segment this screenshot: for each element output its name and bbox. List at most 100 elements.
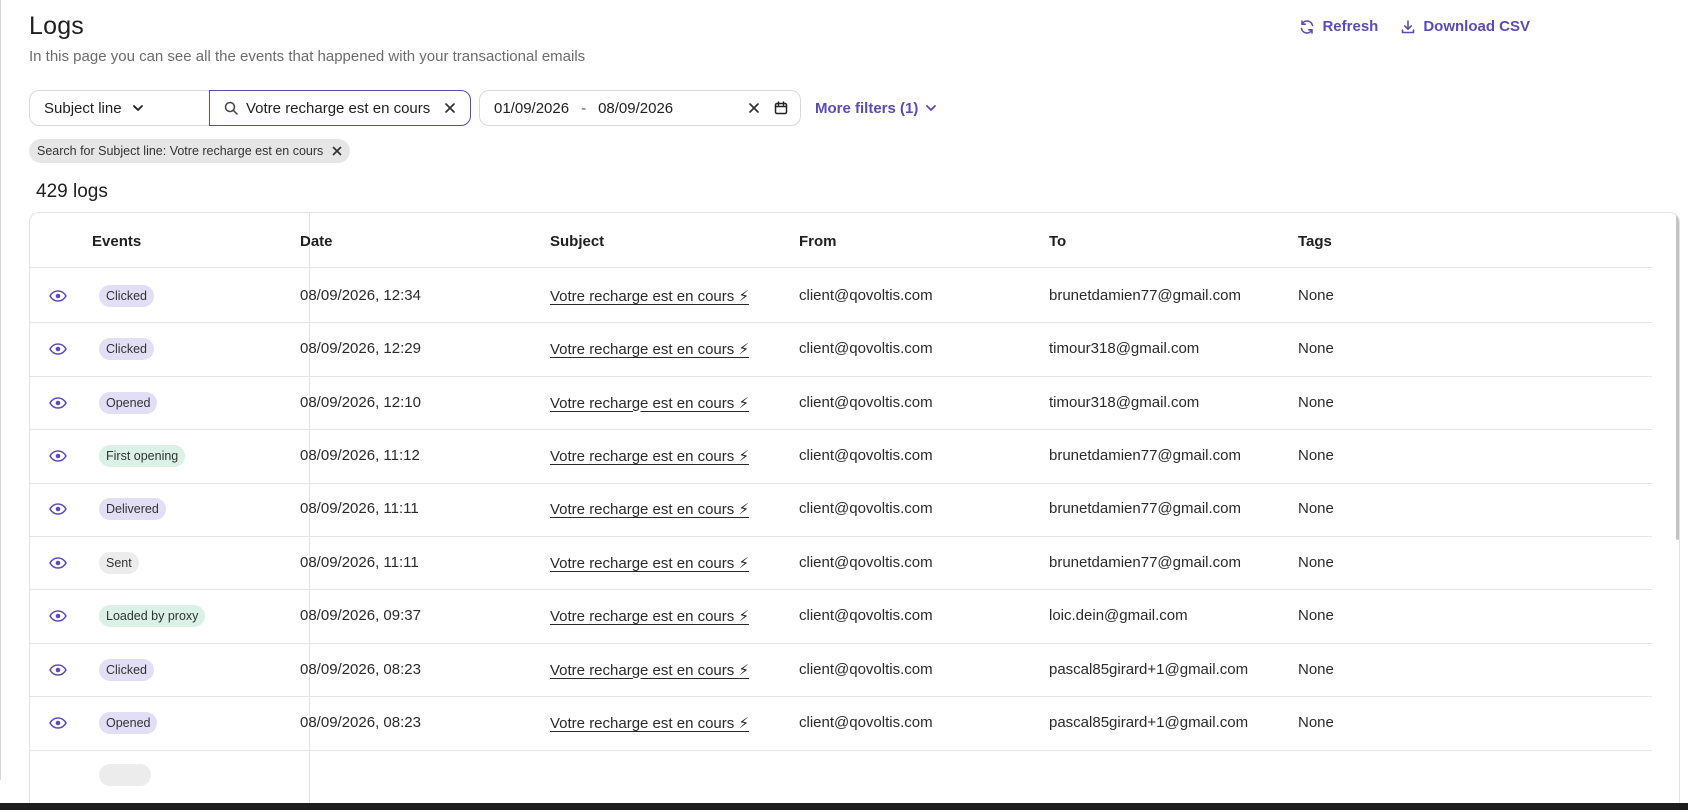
tags-cell: None	[1298, 553, 1334, 571]
date-cell: 08/09/2026, 11:11	[300, 500, 419, 518]
logs-table: Events Date Subject From To Tags Clicked…	[29, 212, 1680, 810]
refresh-label: Refresh	[1322, 18, 1379, 35]
event-badge: Sent	[99, 551, 139, 574]
subject-link[interactable]: Votre recharge est en cours ⚡	[550, 394, 749, 412]
filter-row: Subject line 01/09/2026 - 08/09/2026 Mor…	[29, 90, 937, 126]
active-filter-chip: Search for Subject line: Votre recharge …	[29, 139, 351, 163]
logs-page: Logs In this page you can see all the ev…	[0, 0, 1688, 810]
date-cell: 08/09/2026, 08:23	[300, 660, 421, 678]
column-header-date[interactable]: Date	[300, 233, 333, 250]
page-description: In this page you can see all the events …	[29, 48, 586, 65]
subject-link[interactable]: Votre recharge est en cours ⚡	[550, 714, 749, 732]
from-cell: client@qovoltis.com	[799, 553, 933, 571]
date-cell: 08/09/2026, 12:10	[300, 393, 421, 411]
from-cell: client@qovoltis.com	[799, 607, 933, 625]
date-separator: -	[581, 99, 587, 117]
to-cell: timour318@gmail.com	[1049, 393, 1200, 411]
subject-link[interactable]: Votre recharge est en cours ⚡	[550, 447, 749, 465]
subject-link[interactable]: Votre recharge est en cours ⚡	[550, 607, 749, 625]
close-icon[interactable]	[444, 102, 456, 114]
taskbar-strip	[0, 803, 1688, 810]
from-cell: client@qovoltis.com	[799, 660, 933, 678]
from-cell: client@qovoltis.com	[799, 713, 933, 731]
to-cell: loic.dein@gmail.com	[1049, 607, 1188, 625]
subject-link[interactable]: Votre recharge est en cours ⚡	[550, 661, 749, 679]
refresh-icon	[1301, 19, 1314, 34]
eye-icon[interactable]	[49, 343, 67, 355]
field-select[interactable]: Subject line	[29, 90, 209, 126]
more-filters-button[interactable]: More filters (1)	[815, 100, 937, 117]
column-header-events[interactable]: Events	[92, 233, 141, 250]
to-cell: timour318@gmail.com	[1049, 340, 1200, 358]
subject-link[interactable]: Votre recharge est en cours ⚡	[550, 554, 749, 572]
event-badge: Loaded by proxy	[99, 605, 206, 628]
date-cell: 08/09/2026, 09:37	[300, 607, 421, 625]
more-filters-label: More filters (1)	[815, 99, 919, 117]
subject-link[interactable]: Votre recharge est en cours ⚡	[550, 340, 749, 358]
eye-icon[interactable]	[49, 556, 67, 569]
eye-icon[interactable]	[49, 289, 67, 302]
logs-count: 429 logs	[36, 181, 108, 202]
event-badge: Clicked	[99, 338, 154, 361]
from-cell: client@qovoltis.com	[799, 393, 933, 411]
refresh-button[interactable]: Refresh	[1299, 18, 1378, 35]
header-divider	[30, 267, 1652, 268]
column-header-tags[interactable]: Tags	[1298, 233, 1332, 250]
tags-cell: None	[1298, 446, 1334, 464]
date-controls	[748, 101, 788, 115]
to-cell: brunetdamien77@gmail.com	[1049, 446, 1241, 464]
tags-cell: None	[1298, 713, 1334, 731]
subject-link[interactable]: Votre recharge est en cours ⚡	[550, 287, 749, 305]
eye-icon[interactable]	[49, 396, 67, 409]
eye-icon[interactable]	[49, 503, 67, 516]
download-csv-button[interactable]: Download CSV	[1400, 18, 1530, 35]
event-badge: Delivered	[99, 498, 166, 521]
event-badge: Opened	[99, 391, 158, 414]
close-icon[interactable]	[332, 146, 342, 156]
download-csv-label: Download CSV	[1423, 18, 1530, 35]
search-box	[209, 90, 471, 126]
tags-cell: None	[1298, 500, 1334, 518]
from-cell: client@qovoltis.com	[799, 500, 933, 518]
date-cell: 08/09/2026, 12:34	[300, 286, 421, 304]
column-header-subject[interactable]: Subject	[550, 233, 604, 250]
date-cell: 08/09/2026, 12:29	[300, 340, 421, 358]
field-select-value: Subject line	[44, 99, 122, 117]
chevron-down-icon	[132, 105, 143, 111]
eye-icon[interactable]	[49, 663, 67, 676]
eye-icon[interactable]	[49, 610, 67, 622]
to-cell: pascal85girard+1@gmail.com	[1049, 660, 1249, 678]
event-badge-partial	[99, 763, 151, 786]
row-divider	[30, 749, 1652, 751]
to-cell: brunetdamien77@gmail.com	[1049, 500, 1241, 518]
eye-icon[interactable]	[49, 450, 67, 462]
to-cell: brunetdamien77@gmail.com	[1049, 286, 1241, 304]
eye-icon[interactable]	[49, 717, 67, 729]
chevron-down-icon	[926, 105, 937, 111]
from-cell: client@qovoltis.com	[799, 340, 933, 358]
column-header-to[interactable]: To	[1049, 233, 1066, 250]
scrollbar[interactable]	[1676, 215, 1679, 540]
date-cell: 08/09/2026, 11:11	[300, 553, 419, 571]
event-badge: Clicked	[99, 284, 154, 307]
download-icon	[1402, 19, 1415, 33]
from-cell: client@qovoltis.com	[799, 446, 933, 464]
subject-link[interactable]: Votre recharge est en cours ⚡	[550, 500, 749, 518]
date-from: 01/09/2026	[494, 99, 570, 117]
to-cell: pascal85girard+1@gmail.com	[1049, 713, 1249, 731]
top-actions: Refresh Download CSV	[1299, 18, 1530, 35]
event-badge: Clicked	[99, 658, 154, 681]
column-header-from[interactable]: From	[799, 233, 837, 250]
date-cell: 08/09/2026, 11:12	[300, 446, 420, 464]
date-range-picker[interactable]: 01/09/2026 - 08/09/2026	[479, 90, 801, 126]
tags-cell: None	[1298, 660, 1334, 678]
search-icon	[224, 101, 238, 115]
close-icon[interactable]	[748, 102, 760, 114]
tags-cell: None	[1298, 286, 1334, 304]
tags-cell: None	[1298, 607, 1334, 625]
calendar-icon[interactable]	[774, 101, 788, 115]
to-cell: brunetdamien77@gmail.com	[1049, 553, 1241, 571]
left-border	[0, 0, 1, 780]
search-input[interactable]	[246, 99, 436, 117]
tags-cell: None	[1298, 340, 1334, 358]
